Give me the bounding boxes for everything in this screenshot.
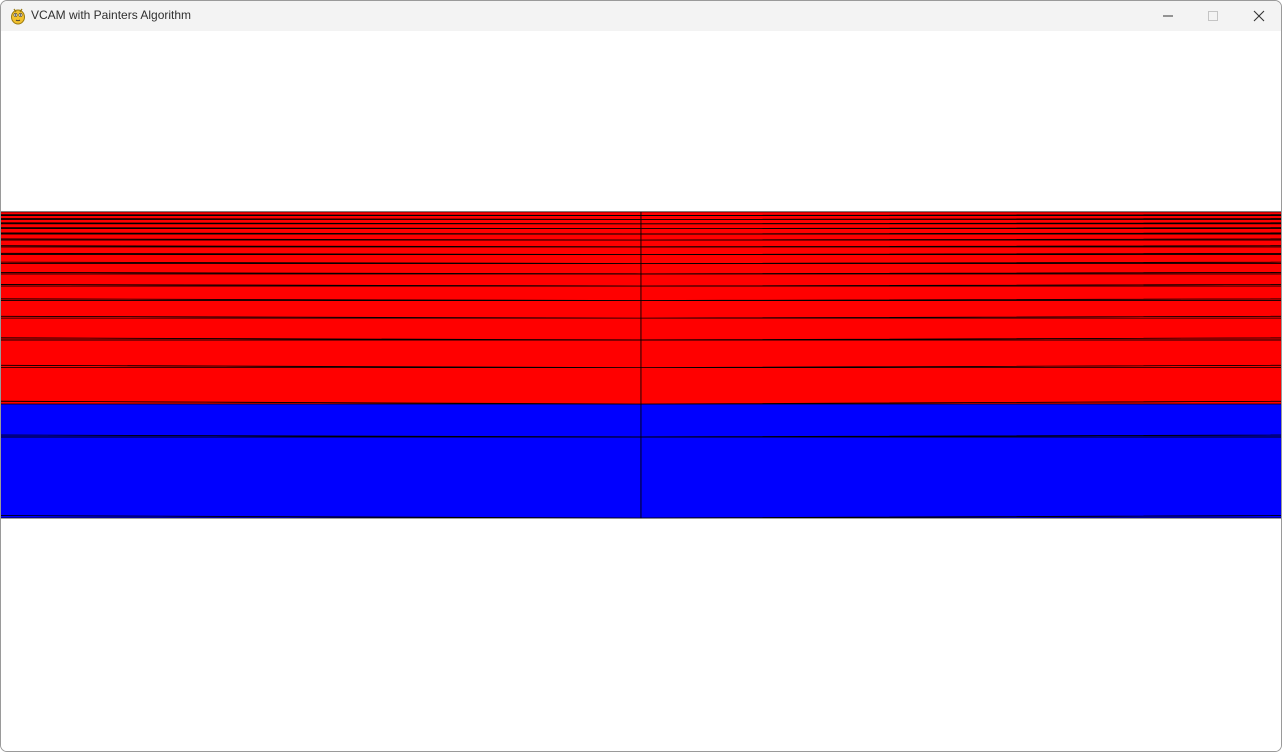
far-plane-triangle	[640, 273, 1281, 287]
far-plane-triangle	[1, 300, 642, 319]
far-plane-triangle	[1, 211, 642, 216]
far-plane-triangle	[640, 223, 1281, 229]
far-plane-triangle	[640, 228, 1281, 235]
maximize-icon	[1208, 11, 1218, 21]
far-plane-triangle	[1, 317, 642, 341]
far-plane-triangle	[640, 239, 1281, 248]
far-plane	[1, 211, 1281, 405]
far-plane-triangle	[640, 215, 1281, 220]
far-plane-triangle	[640, 263, 1281, 275]
far-plane-triangle	[1, 218, 642, 225]
far-plane-triangle	[640, 339, 1281, 369]
far-plane-triangle	[640, 254, 1281, 264]
far-plane-triangle	[640, 211, 1281, 216]
far-plane-triangle	[1, 367, 642, 405]
far-plane-triangle	[1, 254, 642, 264]
far-plane-triangle	[1, 228, 642, 235]
window-title: VCAM with Painters Algorithm	[31, 8, 192, 22]
far-plane-triangle	[640, 367, 1281, 405]
app-window: VCAM with Painters Algorithm	[0, 0, 1282, 752]
far-plane-triangle	[640, 285, 1281, 301]
python-icon	[10, 7, 26, 25]
far-plane-triangle	[640, 233, 1281, 241]
far-plane-triangle	[1, 263, 642, 275]
far-plane-triangle	[1, 223, 642, 229]
far-plane-triangle	[1, 233, 642, 241]
maximize-button	[1190, 1, 1236, 31]
close-icon	[1253, 10, 1265, 22]
far-plane-triangle	[1, 285, 642, 301]
render-viewport[interactable]	[1, 31, 1281, 751]
far-plane-triangle	[640, 300, 1281, 319]
title-bar[interactable]: VCAM with Painters Algorithm	[1, 1, 1281, 31]
minimize-icon	[1163, 15, 1173, 17]
far-plane-triangle	[640, 218, 1281, 225]
far-plane-triangle	[1, 273, 642, 287]
near-plane-triangle	[640, 436, 1281, 519]
close-button[interactable]	[1236, 1, 1281, 31]
near-plane-triangle	[1, 436, 642, 519]
minimize-button[interactable]	[1145, 1, 1191, 31]
far-plane-triangle	[640, 246, 1281, 255]
far-plane-triangle	[1, 215, 642, 220]
far-plane-triangle	[640, 317, 1281, 341]
far-plane-triangle	[1, 339, 642, 369]
far-plane-triangle	[1, 239, 642, 248]
far-plane-triangle	[1, 246, 642, 255]
scene-canvas	[1, 211, 1281, 519]
